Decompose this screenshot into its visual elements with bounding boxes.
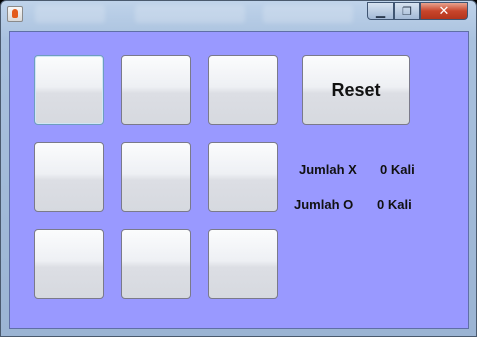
board-cell-8[interactable] xyxy=(121,229,191,299)
reset-button[interactable]: Reset xyxy=(302,55,410,125)
close-button[interactable]: ✕ xyxy=(420,2,468,20)
score-o-value: 0 Kali xyxy=(377,197,412,212)
title-bar-blurred-background xyxy=(263,5,353,23)
java-icon[interactable] xyxy=(7,6,23,22)
title-bar[interactable]: ▁ ❐ ✕ xyxy=(1,1,476,29)
game-panel: Reset Jumlah X 0 Kali Jumlah O 0 Kali xyxy=(9,31,469,329)
app-window: ▁ ❐ ✕ Reset Jumlah X 0 Kali Jumlah O 0 K… xyxy=(0,0,477,337)
title-bar-blurred-background xyxy=(135,5,245,23)
maximize-button[interactable]: ❐ xyxy=(394,2,420,20)
minimize-button[interactable]: ▁ xyxy=(367,2,394,20)
maximize-icon: ❐ xyxy=(402,4,412,18)
score-x-value: 0 Kali xyxy=(380,162,415,177)
score-o-label: Jumlah O xyxy=(294,197,354,212)
board-cell-2[interactable] xyxy=(121,55,191,125)
board-cell-3[interactable] xyxy=(208,55,278,125)
board-cell-7[interactable] xyxy=(34,229,104,299)
title-bar-blurred-background xyxy=(35,5,105,23)
board-cell-1[interactable] xyxy=(34,55,104,125)
score-x-label: Jumlah X xyxy=(299,162,357,177)
board-cell-6[interactable] xyxy=(208,142,278,212)
close-icon: ✕ xyxy=(438,3,450,19)
board-cell-9[interactable] xyxy=(208,229,278,299)
board-cell-5[interactable] xyxy=(121,142,191,212)
board-cell-4[interactable] xyxy=(34,142,104,212)
minimize-icon: ▁ xyxy=(375,4,386,18)
